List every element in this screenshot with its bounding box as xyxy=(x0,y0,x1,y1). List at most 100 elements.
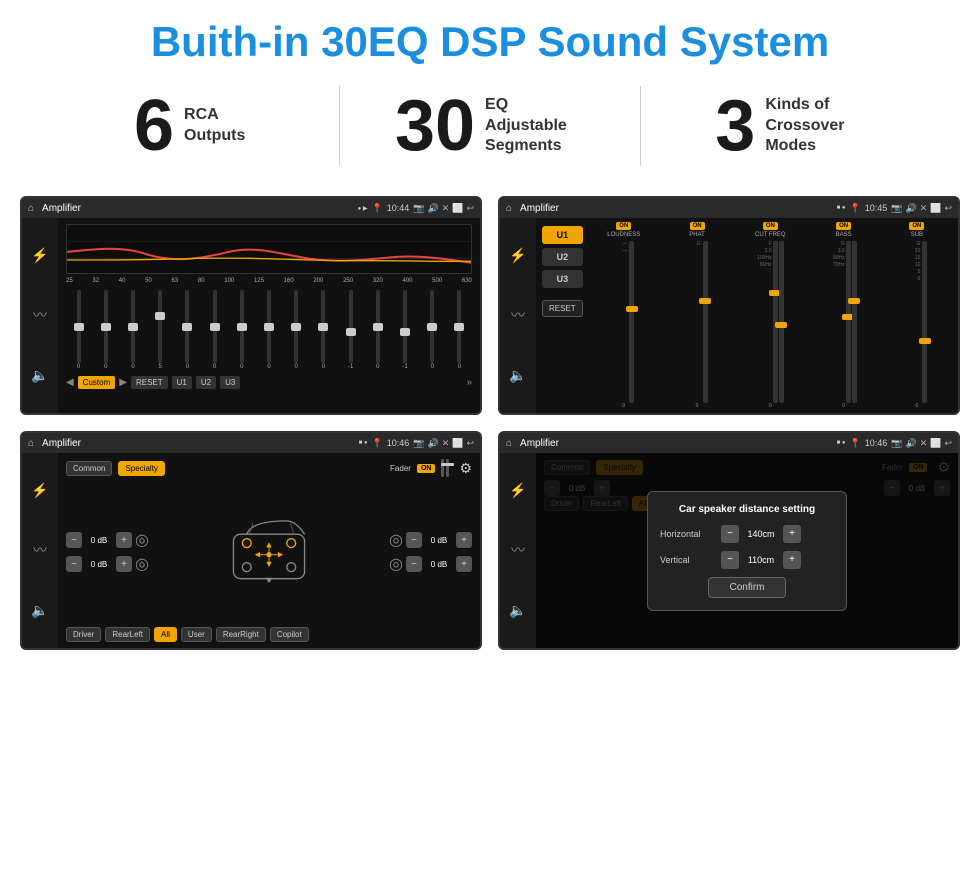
wave-icon-4[interactable]: 〰 xyxy=(511,540,525,560)
fader-slider-track[interactable] xyxy=(441,459,444,477)
stat-text-rca: RCAOutputs xyxy=(184,105,245,147)
screen1-time: 10:44 xyxy=(387,203,410,213)
screen1-icons: 📷 🔊 ✕ ⬜ ↩ xyxy=(413,203,474,214)
close-icon-2: ✕ xyxy=(920,203,928,214)
vol-minus-topright[interactable]: − xyxy=(406,532,422,548)
fader-slider-track2[interactable] xyxy=(446,459,449,477)
channel-cutfreq: ON CUT FREQ F 3.0 100Hz 80Hz xyxy=(735,222,805,409)
confirm-button[interactable]: Confirm xyxy=(708,577,785,598)
eq-slider-3: 5 xyxy=(148,290,173,370)
eq-slider-9: 0 xyxy=(311,290,336,370)
preset-u1[interactable]: U1 xyxy=(172,376,192,389)
speaker-icon-4[interactable]: 🔈 xyxy=(509,602,526,619)
rearright-btn[interactable]: RearRight xyxy=(216,627,266,642)
tab-common[interactable]: Common xyxy=(66,461,112,476)
eq-icon-3[interactable]: ⚡ xyxy=(31,482,48,499)
back-icon[interactable]: ↩ xyxy=(466,203,474,214)
wave-icon[interactable]: 〰 xyxy=(33,305,47,325)
prev-icon[interactable]: ◀ xyxy=(66,377,74,388)
cutfreq-slider-g[interactable] xyxy=(779,241,784,403)
stat-number-crossover: 3 xyxy=(715,90,755,162)
wave-icon-2[interactable]: 〰 xyxy=(511,305,525,325)
home-icon-3[interactable]: ⌂ xyxy=(28,438,34,449)
vertical-minus[interactable]: − xyxy=(721,551,739,569)
vol-minus-bottomright[interactable]: − xyxy=(406,556,422,572)
speaker-icon-2[interactable]: 🔈 xyxy=(509,367,526,384)
vol-control-bottomleft: − 0 dB + ◎ xyxy=(66,554,149,574)
home-icon-4[interactable]: ⌂ xyxy=(506,438,512,449)
copilot-btn[interactable]: Copilot xyxy=(270,627,309,642)
speaker-dot-bottomleft: ◎ xyxy=(135,554,149,574)
eq-slider-1: 0 xyxy=(93,290,118,370)
stat-crossover: 3 Kinds ofCrossover Modes xyxy=(661,90,920,162)
vol-plus-bottomright[interactable]: + xyxy=(456,556,472,572)
horizontal-value: 140cm xyxy=(743,529,779,539)
window-icon-3: ⬜ xyxy=(452,438,463,449)
reset-button-amp2[interactable]: RESET xyxy=(542,300,583,317)
driver-btn[interactable]: Driver xyxy=(66,627,101,642)
u3-button[interactable]: U3 xyxy=(542,270,583,288)
speaker-icon[interactable]: 🔈 xyxy=(31,367,48,384)
settings-icon[interactable]: ⚙ xyxy=(459,460,472,477)
preset-u2[interactable]: U2 xyxy=(196,376,216,389)
home-icon-2[interactable]: ⌂ xyxy=(506,203,512,214)
phat-label: PHAT xyxy=(689,232,705,238)
back-icon-2[interactable]: ↩ xyxy=(944,203,952,214)
fader-slider-thumb2[interactable] xyxy=(446,463,454,466)
amp3-top-row: Common Specialty Fader ON ⚙ xyxy=(66,459,472,477)
eq-bottom-bar: ◀ Custom ▶ RESET U1 U2 U3 » xyxy=(66,374,472,391)
vol-plus-topright[interactable]: + xyxy=(456,532,472,548)
close-icon-3: ✕ xyxy=(442,438,450,449)
tab-specialty[interactable]: Specialty xyxy=(118,461,164,476)
speaker-icon-3[interactable]: 🔈 xyxy=(31,602,48,619)
screen1-body: ⚡ 〰 🔈 xyxy=(22,218,480,413)
u1-button[interactable]: U1 xyxy=(542,226,583,244)
vol-plus-topleft[interactable]: + xyxy=(116,532,132,548)
eq-icon[interactable]: ⚡ xyxy=(31,247,48,264)
vol-plus-bottomleft[interactable]: + xyxy=(116,556,132,572)
rearleft-btn[interactable]: RearLeft xyxy=(105,627,150,642)
back-icon-3[interactable]: ↩ xyxy=(466,438,474,449)
expand-icon[interactable]: » xyxy=(466,377,472,388)
all-btn[interactable]: All xyxy=(154,627,177,642)
screen-fader: ⌂ Amplifier ■ ● 📍 10:46 📷 🔊 ✕ ⬜ ↩ ⚡ 〰 🔈 xyxy=(20,431,482,650)
bass-nums: G 3.0 90Hz 70Hz xyxy=(831,241,845,403)
sub-slider[interactable] xyxy=(922,241,927,403)
u2-button[interactable]: U2 xyxy=(542,248,583,266)
preset-custom[interactable]: Custom xyxy=(78,376,116,389)
eq-slider-13: 0 xyxy=(420,290,445,370)
screen2-title: Amplifier xyxy=(520,203,833,214)
screen3-topbar: ⌂ Amplifier ■ ● 📍 10:46 📷 🔊 ✕ ⬜ ↩ xyxy=(22,433,480,453)
eq-icon-4[interactable]: ⚡ xyxy=(509,482,526,499)
bass-slider-f[interactable] xyxy=(846,241,851,403)
stats-row: 6 RCAOutputs 30 EQ AdjustableSegments 3 … xyxy=(0,76,980,186)
eq-slider-0: 0 xyxy=(66,290,91,370)
home-icon[interactable]: ⌂ xyxy=(28,203,34,214)
location-icon: 📍 xyxy=(372,203,383,214)
wave-icon-3[interactable]: 〰 xyxy=(33,540,47,560)
horizontal-plus[interactable]: + xyxy=(783,525,801,543)
screen1-topbar: ⌂ Amplifier ● ▶ 📍 10:44 📷 🔊 ✕ ⬜ ↩ xyxy=(22,198,480,218)
vol-minus-bottomleft[interactable]: − xyxy=(66,556,82,572)
play-icon[interactable]: ▶ xyxy=(119,377,127,388)
fader-on-badge: ON xyxy=(417,464,436,473)
loudness-slider[interactable] xyxy=(629,241,634,403)
phat-slider[interactable] xyxy=(703,241,708,403)
user-btn[interactable]: User xyxy=(181,627,212,642)
preset-u3[interactable]: U3 xyxy=(220,376,240,389)
preset-reset[interactable]: RESET xyxy=(131,376,168,389)
bass-slider-g[interactable] xyxy=(852,241,857,403)
vertical-label: Vertical xyxy=(660,555,715,565)
back-icon-4[interactable]: ↩ xyxy=(944,438,952,449)
vol-minus-topleft[interactable]: − xyxy=(66,532,82,548)
vertical-plus[interactable]: + xyxy=(783,551,801,569)
amp2-content: U1 U2 U3 RESET ON LOUDNESS xyxy=(536,218,958,413)
loudness-label: LOUDNESS xyxy=(607,232,640,238)
vol-value-bottomleft: 0 dB xyxy=(85,560,113,569)
stat-divider-2 xyxy=(640,86,641,166)
horizontal-minus[interactable]: − xyxy=(721,525,739,543)
eq-slider-6: 0 xyxy=(229,290,254,370)
eq-content: 2532 4050 6380 100125 160200 250320 4005… xyxy=(58,218,480,413)
speaker-dot-bottomright: ◎ xyxy=(389,554,403,574)
eq-icon-2[interactable]: ⚡ xyxy=(509,247,526,264)
